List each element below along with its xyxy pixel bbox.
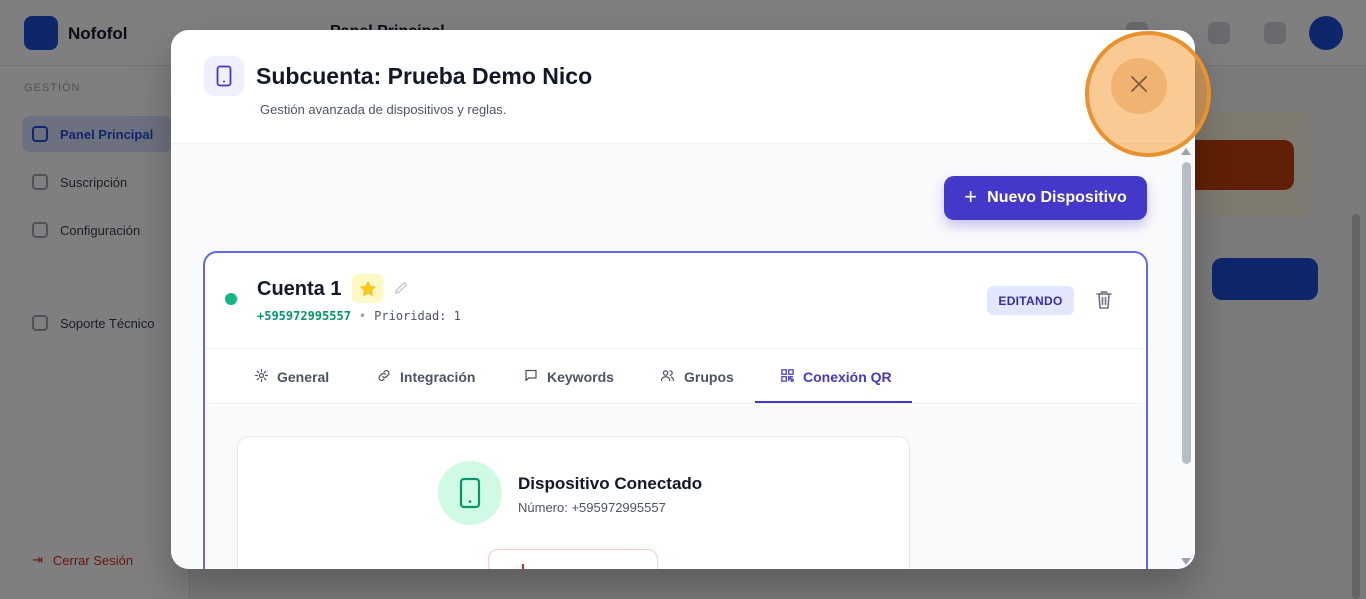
- device-priority: Prioridad: 1: [374, 309, 461, 323]
- modal-title: Subcuenta: Prueba Demo Nico: [256, 63, 593, 89]
- modal-scrollbar[interactable]: [1179, 144, 1195, 569]
- disconnect-button[interactable]: [488, 549, 658, 569]
- tab-general[interactable]: General: [254, 349, 329, 404]
- tab-integration[interactable]: Integración: [376, 349, 475, 404]
- active-tab-indicator: [755, 401, 912, 403]
- tab-label: Grupos: [684, 368, 734, 385]
- tab-label: Integración: [400, 368, 476, 385]
- qr-tab-content: Dispositivo Conectado Número: +595972995…: [205, 405, 1146, 569]
- tab-qr-connection[interactable]: Conexión QR: [780, 349, 892, 404]
- close-button[interactable]: [1111, 58, 1167, 114]
- qr-icon: [780, 368, 795, 386]
- users-icon: [659, 368, 676, 386]
- device-tabs: General Integración Keywords Grupos Cone…: [205, 349, 1146, 404]
- tab-groups[interactable]: Grupos: [659, 349, 734, 404]
- status-badge: EDITANDO: [987, 286, 1074, 315]
- device-name: Cuenta 1: [257, 278, 342, 300]
- edit-icon[interactable]: [393, 279, 410, 301]
- device-phone: +595972995557: [257, 309, 351, 323]
- device-meta: +595972995557 • Prioridad: 1: [257, 309, 461, 323]
- scroll-down-icon[interactable]: [1181, 558, 1191, 565]
- star-icon[interactable]: [352, 274, 383, 303]
- scroll-up-icon[interactable]: [1181, 148, 1191, 155]
- modal-header: Subcuenta: Prueba Demo Nico Gestión avan…: [171, 30, 1195, 144]
- modal-body: + Nuevo Dispositivo Cuenta 1 +5959729955…: [171, 144, 1195, 569]
- tab-label: Keywords: [547, 368, 614, 385]
- connection-status-panel: Dispositivo Conectado Número: +595972995…: [237, 436, 910, 569]
- new-device-button[interactable]: + Nuevo Dispositivo: [944, 176, 1147, 220]
- gear-icon: [254, 368, 269, 386]
- new-device-label: Nuevo Dispositivo: [987, 189, 1127, 206]
- message-icon: [523, 368, 539, 386]
- device-icon: [204, 56, 244, 96]
- connection-number: Número: +595972995557: [518, 500, 666, 515]
- link-icon: [376, 368, 392, 386]
- scroll-thumb[interactable]: [1182, 162, 1191, 464]
- plus-icon: +: [964, 184, 978, 209]
- status-dot: [225, 293, 237, 305]
- tab-keywords[interactable]: Keywords: [523, 349, 614, 404]
- connected-device-icon: [438, 461, 502, 525]
- connection-title: Dispositivo Conectado: [518, 474, 703, 493]
- modal-subtitle: Gestión avanzada de dispositivos y regla…: [260, 102, 507, 117]
- trash-icon[interactable]: [1096, 290, 1112, 315]
- subaccount-modal: Subcuenta: Prueba Demo Nico Gestión avan…: [171, 30, 1195, 569]
- device-card: Cuenta 1 +595972995557 • Prioridad: 1 ED…: [203, 251, 1148, 569]
- close-icon: [1130, 75, 1148, 98]
- tab-label: Conexión QR: [803, 368, 892, 385]
- disconnect-icon: [522, 564, 524, 569]
- device-card-header: Cuenta 1 +595972995557 • Prioridad: 1 ED…: [205, 253, 1146, 349]
- tab-label: General: [277, 368, 330, 385]
- meta-separator: •: [358, 309, 367, 323]
